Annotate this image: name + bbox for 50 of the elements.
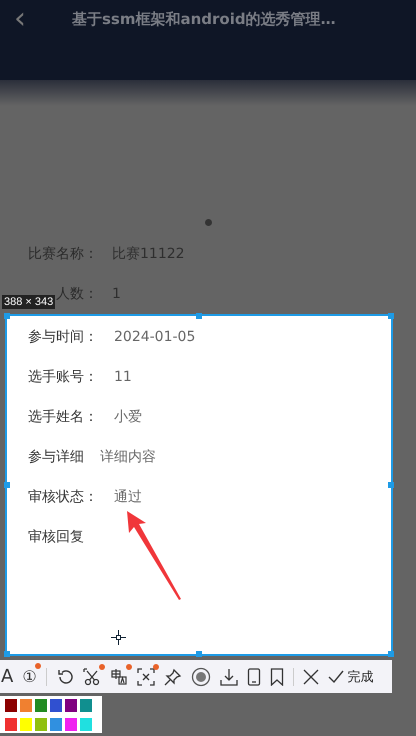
color-swatch[interactable] xyxy=(20,699,32,712)
resize-handle[interactable] xyxy=(4,651,10,657)
size-badge: 388 × 343 xyxy=(2,295,56,309)
field-label: 参与时间： xyxy=(28,328,98,346)
field-value: 11 xyxy=(114,369,132,385)
color-swatch[interactable] xyxy=(80,699,92,712)
close-icon[interactable] xyxy=(302,668,319,684)
resize-handle[interactable] xyxy=(4,313,10,319)
resize-handle[interactable] xyxy=(388,482,394,488)
field-label: 参与详细 xyxy=(28,448,84,466)
record-icon[interactable] xyxy=(190,666,211,686)
download-icon[interactable] xyxy=(220,668,238,686)
color-swatch[interactable] xyxy=(80,718,92,730)
color-swatch[interactable] xyxy=(35,718,47,730)
pin-icon[interactable] xyxy=(164,668,182,686)
resize-handle[interactable] xyxy=(388,313,394,319)
color-swatch[interactable] xyxy=(65,718,77,730)
scissors-icon[interactable] xyxy=(82,668,101,686)
undo-icon[interactable] xyxy=(56,668,74,686)
field-label: 审核状态： xyxy=(28,488,98,506)
color-swatch[interactable] xyxy=(50,718,62,730)
color-swatch[interactable] xyxy=(20,718,32,730)
resize-handle[interactable] xyxy=(196,651,202,657)
color-swatch[interactable] xyxy=(5,718,17,730)
color-swatch[interactable] xyxy=(50,699,62,712)
resize-handle[interactable] xyxy=(388,651,394,657)
field-value: 2024-01-05 xyxy=(114,329,196,345)
frame-icon[interactable] xyxy=(136,668,155,686)
crosshair-cursor-icon xyxy=(111,630,126,645)
color-swatch[interactable] xyxy=(65,699,77,712)
back-button[interactable]: ‹ xyxy=(0,4,72,34)
field-value: 详细内容 xyxy=(100,448,156,466)
resize-handle[interactable] xyxy=(196,313,202,319)
field-label: 选手姓名： xyxy=(28,408,98,426)
field-value: 小爱 xyxy=(114,408,142,426)
page-title: 基于ssm框架和android的选秀管理… xyxy=(72,9,336,30)
field-label: 比赛名称： xyxy=(28,245,98,263)
bookmark-icon[interactable] xyxy=(270,668,284,686)
field-value: 通过 xyxy=(114,488,142,506)
field-label: 审核回复 xyxy=(28,528,84,546)
phone-icon[interactable] xyxy=(246,668,261,686)
color-swatch[interactable] xyxy=(5,699,17,712)
color-swatch[interactable] xyxy=(35,699,47,712)
translate-icon[interactable] xyxy=(110,668,128,686)
check-icon xyxy=(328,670,344,684)
resize-handle[interactable] xyxy=(4,482,10,488)
loading-dot xyxy=(204,219,212,226)
field-label: 选手账号： xyxy=(28,368,98,386)
text-tool-button[interactable]: A xyxy=(1,666,14,687)
done-button[interactable]: 完成 xyxy=(328,668,374,686)
